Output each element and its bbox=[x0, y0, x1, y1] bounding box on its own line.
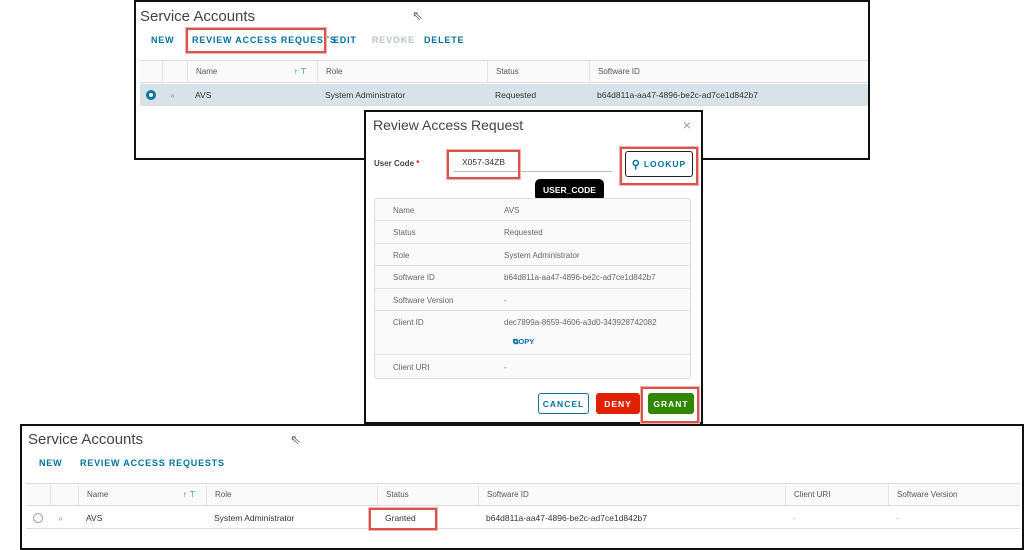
table-header: Name ↑ ⊤ Role Status Software ID Client U… bbox=[26, 484, 1020, 506]
col-label: Role bbox=[326, 67, 343, 76]
delete-button[interactable]: DELETE bbox=[424, 35, 464, 45]
cell-status: Requested bbox=[495, 89, 537, 100]
col-label: Software ID bbox=[598, 67, 640, 76]
col-name[interactable]: Name ↑ ⊤ bbox=[78, 484, 206, 505]
cancel-button[interactable]: CANCEL bbox=[538, 393, 589, 414]
col-software-id[interactable]: Software ID bbox=[589, 61, 868, 82]
cell-software-id: b64d811a-aa47-4896-be2c-ad7ce1d842b7 bbox=[486, 512, 648, 523]
sort-filter-icon[interactable]: ↑ ⊤ bbox=[183, 490, 196, 499]
col-label: Software ID bbox=[487, 490, 529, 499]
col-name[interactable]: Name ↑ ⊤ bbox=[187, 61, 317, 82]
page-title: Service Accounts bbox=[28, 431, 144, 448]
cell-software-id: b64d811a-aa47-4896-be2c-ad7ce1d842b7 bbox=[597, 89, 759, 100]
col-status[interactable]: Status bbox=[487, 61, 589, 82]
table-header: Name ↑ ⊤ Role Status Software ID bbox=[140, 61, 868, 83]
col-software-version[interactable]: Software Version bbox=[888, 484, 1020, 505]
row-radio[interactable] bbox=[33, 512, 43, 523]
col-role[interactable]: Role bbox=[206, 484, 377, 505]
highlight-box bbox=[186, 28, 326, 53]
col-software-id[interactable]: Software ID bbox=[478, 484, 785, 505]
deny-button[interactable]: DENY bbox=[596, 393, 640, 414]
accounts-table: Name ↑ ⊤ Role Status Software ID Client U… bbox=[26, 483, 1020, 549]
col-role[interactable]: Role bbox=[317, 61, 487, 82]
highlight-box bbox=[641, 387, 699, 423]
new-button[interactable]: NEW bbox=[151, 35, 174, 45]
cell-role: System Administrator bbox=[214, 512, 295, 523]
col-status[interactable]: Status bbox=[377, 484, 478, 505]
col-label: Status bbox=[496, 67, 519, 76]
page-title: Service Accounts bbox=[140, 8, 256, 25]
edit-button[interactable]: EDIT bbox=[333, 35, 357, 45]
cell-client-uri: - bbox=[793, 512, 796, 523]
sort-filter-icon[interactable]: ↑ ⊤ bbox=[294, 67, 307, 76]
cursor-icon: ⇖ bbox=[412, 8, 423, 23]
dialog-title: Review Access Request bbox=[373, 117, 524, 133]
col-client-uri[interactable]: Client URI bbox=[785, 484, 888, 505]
details-box: Name AVS Status Requested Role System Admin… bbox=[374, 198, 691, 379]
review-access-request-dialog: Review Access Request × User Code * X057… bbox=[364, 110, 703, 424]
col-label: Name bbox=[196, 67, 218, 76]
col-label: Status bbox=[386, 490, 409, 499]
highlight-box bbox=[447, 150, 520, 179]
cell-name: AVS bbox=[195, 89, 212, 100]
cell-role: System Administrator bbox=[325, 89, 406, 100]
select-col bbox=[140, 61, 162, 82]
cell-name: AVS bbox=[86, 512, 103, 523]
service-accounts-panel-bottom: Service Accounts ⇖ NEW REVIEW ACCESS REQ… bbox=[20, 424, 1024, 550]
row-radio[interactable] bbox=[146, 89, 156, 100]
new-button[interactable]: NEW bbox=[39, 458, 62, 468]
table-row[interactable]: » AVS System Administrator Granted b64d8… bbox=[26, 507, 1020, 529]
expand-icon[interactable]: » bbox=[50, 507, 78, 528]
table-row[interactable]: » AVS System Administrator Requested b64… bbox=[140, 84, 868, 106]
user-code-label: User Code * bbox=[374, 159, 420, 168]
revoke-button: REVOKE bbox=[372, 35, 415, 45]
highlight-box bbox=[369, 508, 437, 530]
col-label: Client URI bbox=[794, 490, 831, 499]
review-access-requests-button[interactable]: REVIEW ACCESS REQUESTS bbox=[80, 458, 225, 468]
cell-software-version: - bbox=[896, 512, 899, 523]
cursor-icon: ⇖ bbox=[290, 432, 301, 447]
expand-col bbox=[162, 61, 187, 82]
col-label: Role bbox=[215, 490, 232, 499]
highlight-box bbox=[620, 147, 698, 185]
close-icon[interactable]: × bbox=[683, 117, 691, 133]
expand-icon[interactable]: » bbox=[162, 84, 187, 105]
col-label: Software Version bbox=[897, 490, 958, 499]
col-label: Name bbox=[87, 490, 109, 499]
